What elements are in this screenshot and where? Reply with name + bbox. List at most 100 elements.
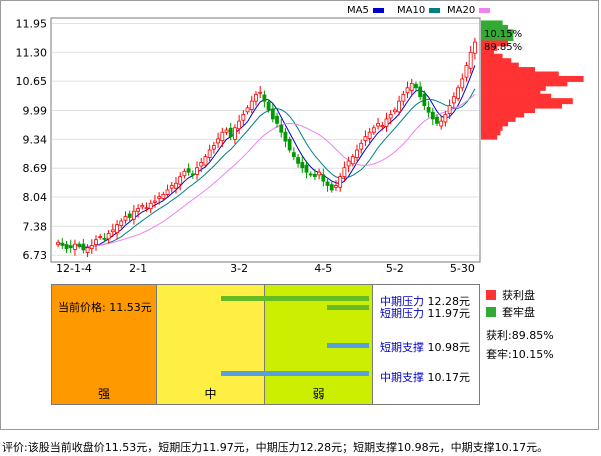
short-support-bar	[327, 343, 369, 348]
candle-body	[443, 114, 448, 123]
candle-body	[186, 168, 191, 173]
x-tick-label: 4-5	[314, 262, 332, 275]
candle-body	[283, 131, 288, 142]
candle-body	[329, 184, 334, 191]
y-tick-label: 10.65	[16, 75, 48, 88]
candle-body	[397, 100, 402, 113]
zone-medium: 中	[157, 285, 265, 404]
candle-body	[304, 164, 309, 173]
candle-body	[106, 233, 111, 240]
candle-body	[355, 149, 359, 158]
candle-body	[393, 109, 397, 113]
candle-body	[174, 182, 178, 189]
candle-body	[161, 193, 166, 199]
candle-body	[376, 122, 380, 127]
trapped-legend: 套牢盘	[486, 304, 554, 321]
trapped-pct-label: 10.15%	[484, 29, 522, 40]
y-tick-label: 7.38	[23, 220, 48, 233]
candle-body	[460, 78, 465, 89]
candle-body	[224, 129, 229, 133]
candle-body	[291, 152, 296, 158]
candle-body	[258, 91, 263, 94]
candle-body	[207, 149, 212, 158]
candle-body	[401, 94, 406, 102]
mid-support-bar	[221, 371, 369, 376]
candle-body	[199, 162, 204, 167]
candle-body	[414, 83, 418, 89]
candle-body	[140, 205, 145, 208]
candle-body	[89, 245, 94, 249]
candle-body	[430, 111, 435, 120]
candle-body	[73, 243, 77, 250]
profit-ratio: 获利:89.85%	[486, 329, 554, 342]
candle-body	[439, 120, 444, 127]
candle-body	[56, 241, 61, 245]
candle-body	[102, 237, 107, 240]
candle-body	[468, 51, 473, 69]
profit-pct-label: 89.85%	[484, 42, 522, 53]
candle-body	[346, 160, 351, 167]
zone-strong-label: 强	[97, 387, 110, 401]
y-tick-label: 8.69	[23, 162, 48, 175]
candle-body	[321, 174, 326, 182]
candle-body	[237, 120, 242, 130]
candle-body	[77, 243, 82, 247]
candle-body	[426, 106, 431, 113]
candle-body	[127, 213, 132, 218]
candle-body	[472, 41, 477, 54]
candle-body	[350, 156, 355, 165]
candle-body	[94, 239, 98, 245]
candle-body	[405, 87, 410, 94]
short-support-value: 10.98元	[427, 341, 471, 354]
candle-body	[388, 114, 393, 119]
trapped-swatch	[486, 307, 496, 317]
short-resistance-bar	[327, 305, 369, 310]
y-tick-label: 8.04	[23, 191, 48, 204]
candle-body	[241, 114, 246, 121]
candle-body	[359, 142, 364, 150]
candle-body	[233, 127, 237, 140]
candle-body	[371, 127, 376, 133]
candle-body	[363, 136, 368, 142]
candle-body	[451, 96, 456, 104]
candle-body	[110, 229, 115, 233]
candle-body	[216, 138, 220, 144]
x-tick-label: 2-1	[129, 262, 147, 275]
candle-body	[98, 236, 103, 238]
candle-body	[308, 173, 313, 176]
y-tick-label: 11.30	[16, 46, 48, 59]
candle-body	[148, 202, 153, 210]
short-resistance-name: 短期压力	[380, 307, 424, 320]
candle-body	[456, 87, 460, 99]
candle-body	[157, 196, 162, 199]
short-resistance-value: 11.97元	[427, 307, 471, 320]
candle-body	[384, 118, 389, 127]
trapped-legend-label: 套牢盘	[502, 306, 535, 319]
y-tick-label: 11.95	[16, 17, 48, 30]
candle-body	[153, 200, 157, 203]
trapped-ratio: 套牢:10.15%	[486, 348, 554, 361]
short-support-name: 短期支撑	[380, 341, 424, 354]
candle-body	[266, 101, 271, 111]
x-tick-label: 12-1-4	[56, 262, 92, 275]
candle-body	[447, 105, 452, 114]
evaluation-summary: 评价:该股当前收盘价11.53元，短期压力11.97元，中期压力12.28元；短…	[2, 441, 549, 454]
x-tick-label: 5-30	[450, 262, 475, 275]
candle-body	[317, 171, 322, 176]
candle-body	[123, 216, 128, 221]
mid-support-value: 10.17元	[427, 371, 471, 384]
candle-body	[211, 145, 216, 150]
candle-body	[254, 94, 258, 102]
candle-body	[262, 94, 267, 102]
candle-body	[169, 185, 174, 189]
candle-body	[287, 138, 292, 151]
y-tick-label: 6.73	[23, 249, 48, 262]
candle-body	[334, 185, 338, 188]
candle-body	[270, 108, 275, 120]
candle-body	[464, 65, 469, 78]
y-tick-label: 9.34	[23, 133, 48, 146]
current-price-label: 当前价格: 11.53元	[58, 301, 152, 314]
candle-body	[136, 208, 140, 212]
chip-legend: 获利盘 套牢盘 获利:89.85% 套牢:10.15%	[486, 287, 554, 363]
profit-chip-bar	[481, 133, 498, 140]
